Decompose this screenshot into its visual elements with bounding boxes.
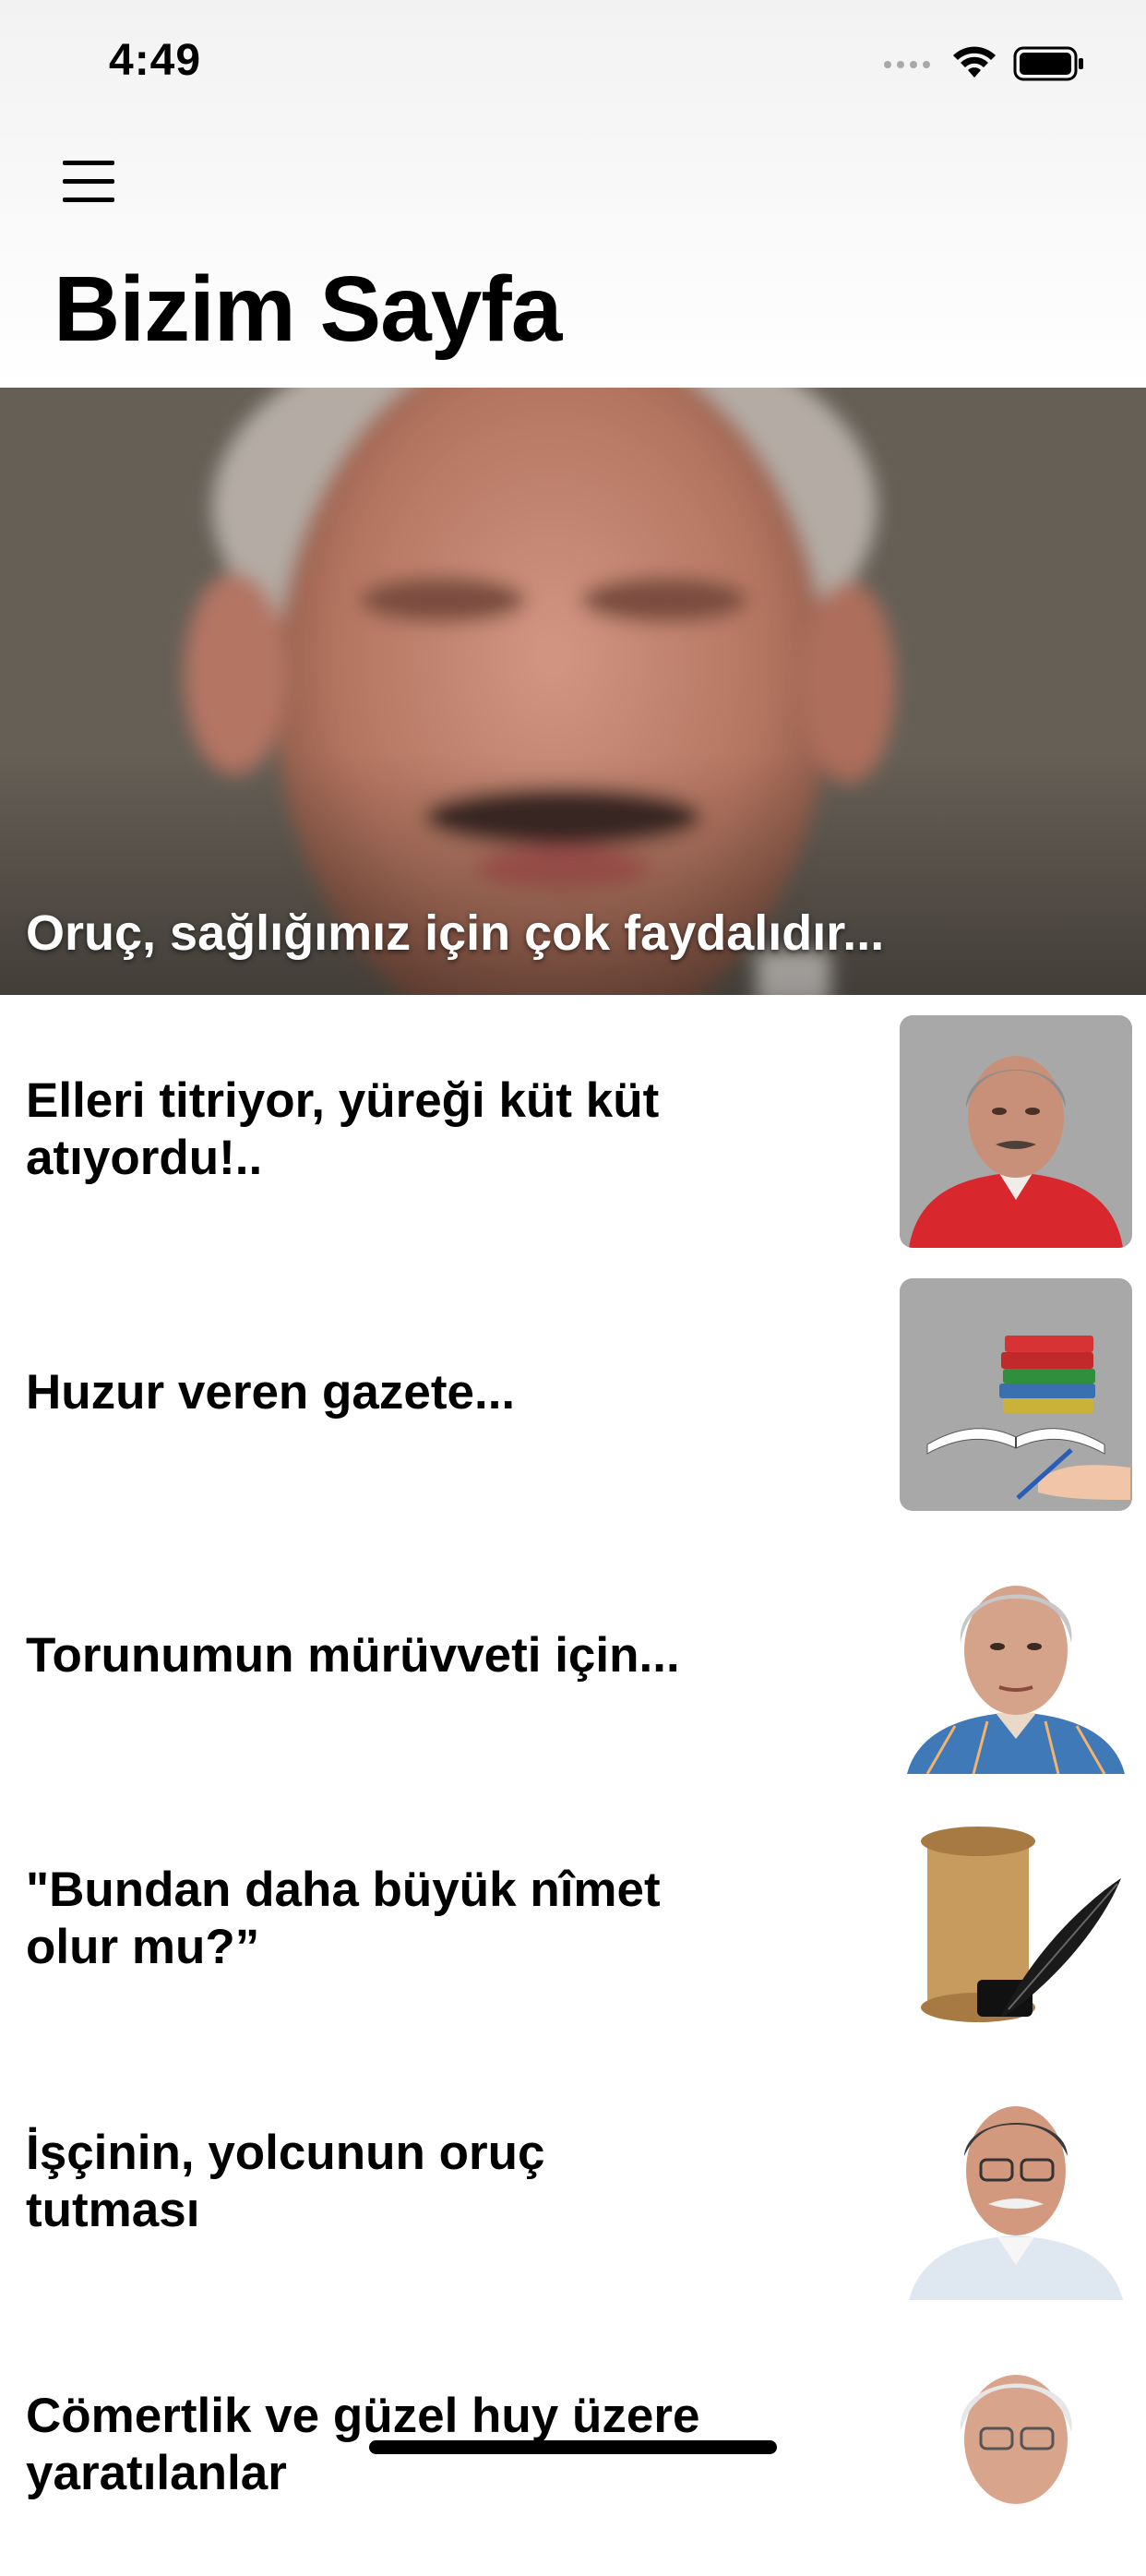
books-and-pen-illustration	[900, 1278, 1132, 1511]
cellular-signal-icon	[884, 61, 930, 68]
article-thumbnail	[900, 1278, 1132, 1511]
wifi-icon	[953, 46, 996, 78]
featured-article-title: Oruç, sağlığımız için çok faydalıdır...	[26, 905, 885, 961]
battery-icon	[1013, 46, 1083, 81]
hamburger-menu-icon[interactable]	[59, 157, 120, 207]
status-time: 4:49	[109, 36, 202, 85]
article-thumbnail	[900, 1804, 1132, 2037]
featured-article[interactable]: Oruç, sağlığımız için çok faydalıdır...	[0, 388, 1146, 995]
list-item[interactable]: İşçinin, yolcunun oruç tutması	[0, 2051, 1146, 2313]
list-item[interactable]: Huzur veren gazete...	[0, 1262, 1146, 1524]
author-portrait-plaid-shirt	[900, 1541, 1132, 1774]
list-item[interactable]: Elleri titriyor, yüreği küt küt atıyordu…	[0, 999, 1146, 1261]
article-title: Huzur veren gazete...	[26, 1365, 516, 1420]
author-portrait-white-hair	[900, 2330, 1132, 2563]
article-title: "Bundan daha büyük nîmet olur mu?”	[26, 1863, 661, 1974]
list-item[interactable]: "Bundan daha büyük nîmet olur mu?”	[0, 1788, 1146, 2050]
article-thumbnail	[900, 1015, 1132, 1248]
scroll-and-quill-illustration	[900, 1804, 1132, 2037]
page-title: Bizim Sayfa	[54, 258, 562, 361]
author-portrait-red-shirt	[900, 1015, 1132, 1248]
article-thumbnail	[900, 2330, 1132, 2563]
home-indicator[interactable]	[369, 2440, 777, 2454]
navigation-header: 4:49 Bizim Sayfa	[0, 0, 1146, 388]
list-item[interactable]: Torunumun mürüvveti için...	[0, 1525, 1146, 1787]
article-title: İşçinin, yolcunun oruç tutması	[26, 2126, 545, 2237]
article-title: Elleri titriyor, yüreği küt küt atıyordu…	[26, 1073, 660, 1185]
author-portrait-glasses	[900, 2067, 1132, 2300]
article-thumbnail	[900, 1541, 1132, 1774]
article-thumbnail	[900, 2067, 1132, 2300]
article-title: Torunumun mürüvveti için...	[26, 1628, 680, 1683]
